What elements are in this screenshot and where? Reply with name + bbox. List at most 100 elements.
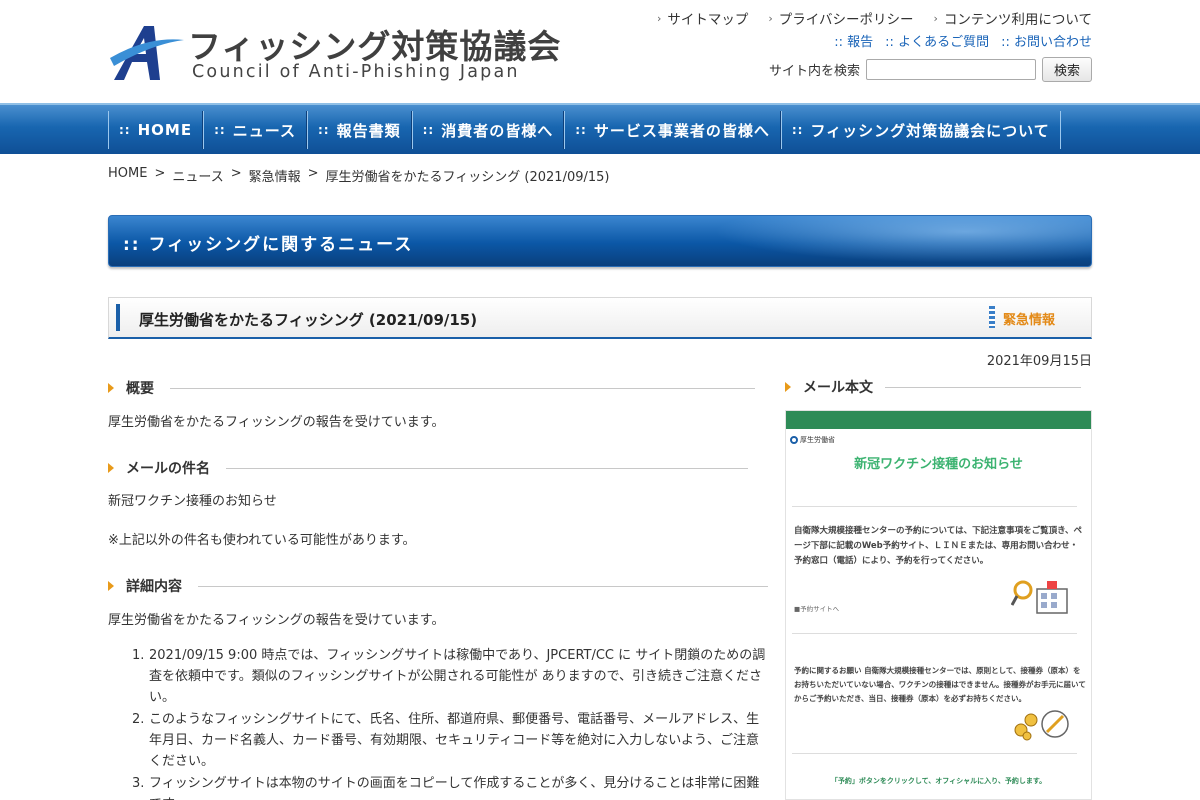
section-banner: :: フィッシングに関するニュース <box>108 215 1092 267</box>
nav-news[interactable]: :: ニュース <box>203 111 307 149</box>
article-title-bar: 厚生労働省をかたるフィッシング (2021/09/15) 緊急情報 <box>108 297 1092 339</box>
breadcrumb-separator: > <box>307 166 319 181</box>
dots-icon: :: <box>317 123 330 137</box>
breadcrumb-home[interactable]: HOME <box>108 166 147 185</box>
site-header: フィッシング対策協議会 Council of Anti-Phishing Jap… <box>0 0 1200 103</box>
list-item: 3. フィッシングサイトは本物のサイトの画面をコピーして作成することが多く、見分… <box>132 773 768 800</box>
category-tag: 緊急情報 <box>1002 313 1055 328</box>
subject-text: 新冠ワクチン接種のお知らせ <box>108 494 277 509</box>
heading-label: メール本文 <box>803 380 873 396</box>
orange-arrow-icon <box>108 383 114 393</box>
nav-consumers[interactable]: :: 消費者の皆様へ <box>411 111 565 149</box>
list-item: 2. このようなフィッシングサイトにて、氏名、住所、都道府県、郵便番号、電話番号… <box>132 709 768 772</box>
mail-reservation-link[interactable]: ■予約サイトへ <box>794 603 839 613</box>
dots-icon: :: <box>119 123 131 137</box>
heading-mail-body: メール本文 <box>785 377 1081 397</box>
sub-links: :: 報告 :: よくあるご質問 :: お問い合わせ <box>834 31 1092 50</box>
heading-rule <box>198 585 768 587</box>
heading-overview: 概要 <box>108 378 755 398</box>
nav-label: フィッシング対策協議会について <box>810 121 1050 140</box>
breadcrumb-separator: > <box>230 166 242 181</box>
heading-rule <box>226 467 748 469</box>
link-contact[interactable]: :: お問い合わせ <box>1001 31 1092 50</box>
heading-rule <box>885 386 1081 388</box>
nav-label: 消費者の皆様へ <box>441 121 554 140</box>
heading-details: 詳細内容 <box>108 576 768 596</box>
breadcrumb-separator: > <box>154 166 166 181</box>
heading-label: 詳細内容 <box>126 579 182 595</box>
list-text: フィッシングサイトは本物のサイトの画面をコピーして作成することが多く、見分けるこ… <box>149 776 760 800</box>
mail-sender-logo: 厚生労働省 <box>790 435 835 445</box>
mail-divider <box>792 506 1077 507</box>
link-content-usage[interactable]: › コンテンツ利用について <box>933 8 1092 29</box>
list-item: 1. 2021/09/15 9:00 時点では、フィッシングサイトは稼働中であり… <box>132 645 768 708</box>
nav-label: ニュース <box>232 121 296 140</box>
article-date: 2021年09月15日 <box>986 354 1092 369</box>
breadcrumb-news[interactable]: ニュース <box>172 166 223 185</box>
article-title: 厚生労働省をかたるフィッシング (2021/09/15) <box>139 311 478 329</box>
link-label: コンテンツ利用について <box>943 12 1092 28</box>
nav-label: HOME <box>137 121 193 139</box>
mail-divider <box>792 753 1077 754</box>
heading-subject: メールの件名 <box>108 458 748 478</box>
tag-stripe-icon <box>989 306 995 328</box>
logo-a-icon <box>110 26 184 80</box>
mail-body-paragraph: 自衛隊大規模接種センターの予約については、下記注意事項をご覧頂き、ページ下部に記… <box>794 526 1082 566</box>
breadcrumb-emergency[interactable]: 緊急情報 <box>249 166 301 185</box>
mail-divider <box>792 633 1077 634</box>
orange-arrow-icon <box>108 581 114 591</box>
link-label: プライバシーポリシー <box>778 12 914 28</box>
list-text: このようなフィッシングサイトにて、氏名、住所、都道府県、郵便番号、電話番号、メー… <box>149 712 760 769</box>
search-label: サイト内を検索 <box>768 64 860 79</box>
link-faq[interactable]: :: よくあるご質問 <box>885 31 989 50</box>
banner-label: フィッシングに関するニュース <box>148 235 414 255</box>
nav-home[interactable]: :: HOME <box>108 111 204 149</box>
breadcrumb: HOME > ニュース > 緊急情報 > 厚生労働省をかたるフィッシング (20… <box>108 166 610 185</box>
nav-service-providers[interactable]: :: サービス事業者の皆様へ <box>564 111 781 149</box>
mail-notice-paragraph: 予約に関するお願い 自衛隊大規模接種センターでは、原則として、接種券（原本）をお… <box>794 666 1086 703</box>
main-nav: :: HOME :: ニュース :: 報告書類 :: 消費者の皆様へ :: サービス事業者… <box>0 103 1200 154</box>
subject-note: ※上記以外の件名も使われている可能性があります。 <box>108 533 416 548</box>
link-sitemap[interactable]: › サイトマップ <box>656 8 749 29</box>
heading-label: 概要 <box>126 381 154 397</box>
logo-japanese-text: フィッシング対策協議会 <box>188 27 562 66</box>
mail-header-bar <box>786 411 1091 429</box>
nav-label: サービス事業者の皆様へ <box>593 121 770 140</box>
search-input[interactable] <box>866 59 1036 80</box>
details-text: 厚生労働省をかたるフィッシングの報告を受けています。 <box>108 613 445 628</box>
list-number: 2. <box>132 712 145 727</box>
dots-icon: :: <box>422 123 435 137</box>
dots-icon: :: <box>575 123 587 137</box>
section-banner-title: :: フィッシングに関するニュース <box>123 230 413 255</box>
nav-reports[interactable]: :: 報告書類 <box>306 111 412 149</box>
mail-screenshot: 厚生労働省 新冠ワクチン接種のお知らせ 自衛隊大規模接種センターの予約については… <box>785 410 1092 800</box>
ministry-logo-icon <box>790 436 798 444</box>
nav-about-council[interactable]: :: フィッシング対策協議会について <box>780 111 1061 149</box>
coins-syringe-icon <box>1014 710 1069 741</box>
overview-text: 厚生労働省をかたるフィッシングの報告を受けています。 <box>108 415 445 430</box>
heading-label: メールの件名 <box>126 461 210 477</box>
sender-name: 厚生労働省 <box>800 436 835 444</box>
dots-icon: :: <box>885 35 899 50</box>
list-text: 2021/09/15 9:00 時点では、フィッシングサイトは稼働中であり、JP… <box>149 648 766 705</box>
site-search: サイト内を検索 検索 <box>769 57 1092 82</box>
dots-icon: :: <box>123 235 149 255</box>
list-number: 3. <box>132 776 145 791</box>
nav-label: 報告書類 <box>336 121 401 140</box>
list-number: 1. <box>132 648 145 663</box>
building-magnifier-icon <box>1011 580 1068 614</box>
dots-icon: :: <box>214 123 226 137</box>
dots-icon: :: <box>1001 35 1014 50</box>
dots-icon: :: <box>791 123 804 137</box>
logo-english-text: Council of Anti-Phishing Japan <box>192 62 520 82</box>
link-privacy-policy[interactable]: › プライバシーポリシー <box>768 8 914 29</box>
utility-links: › サイトマップ › プライバシーポリシー › コンテンツ利用について <box>656 8 1092 29</box>
link-report[interactable]: :: 報告 <box>834 31 873 50</box>
chevron-right-icon: › <box>656 11 662 25</box>
search-button[interactable]: 検索 <box>1042 57 1092 82</box>
site-logo[interactable]: フィッシング対策協議会 Council of Anti-Phishing Jap… <box>108 18 560 88</box>
link-label: お問い合わせ <box>1013 35 1092 50</box>
breadcrumb-current: 厚生労働省をかたるフィッシング (2021/09/15) <box>325 170 610 185</box>
link-label: サイトマップ <box>667 12 749 28</box>
title-accent-bar <box>116 304 120 331</box>
